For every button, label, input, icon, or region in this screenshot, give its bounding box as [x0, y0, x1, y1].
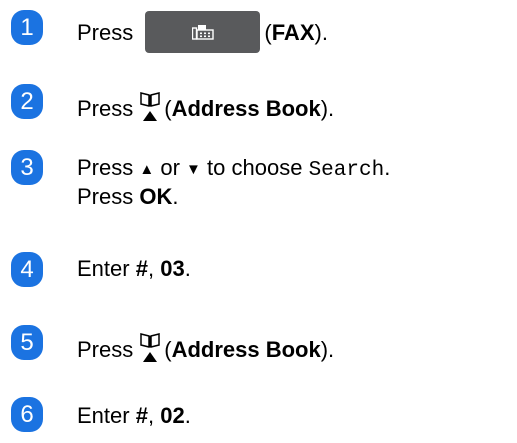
paren-open: ( — [164, 96, 172, 121]
fax-icon — [191, 25, 214, 40]
step-text-line-2: Press OK. — [77, 184, 179, 210]
press-text: Press — [77, 184, 134, 209]
paren-close: ). — [320, 96, 335, 121]
step-text: Press (Address Book). — [77, 90, 334, 122]
press-text: Press — [77, 19, 134, 45]
step-text: Press (Address Book). — [77, 331, 334, 363]
entry-value-2: 03 — [160, 256, 185, 281]
step-number-badge: 5 — [11, 325, 43, 360]
button-name: FAX — [271, 19, 315, 45]
step-text: Enter #, 02. — [77, 403, 191, 429]
period: . — [384, 155, 391, 180]
ok-key: OK — [139, 184, 173, 209]
press-text: Press — [77, 155, 134, 180]
step-number-badge: 1 — [11, 10, 43, 45]
press-text: Press — [77, 337, 134, 362]
press-text: Press — [77, 96, 134, 121]
menu-option: Search — [308, 159, 385, 182]
period: . — [184, 403, 191, 428]
paren-open: ( — [264, 19, 272, 45]
period: . — [172, 184, 179, 209]
address-book-icon — [140, 333, 160, 362]
down-arrow-icon: ▼ — [186, 161, 201, 178]
step-number-badge: 3 — [11, 150, 43, 185]
separator: , — [147, 256, 155, 281]
paren-close: ). — [320, 337, 335, 362]
address-book-icon — [140, 92, 160, 121]
paren-close: ). — [314, 19, 328, 45]
entry-value-1: # — [135, 403, 148, 428]
enter-text: Enter — [77, 403, 130, 428]
to-choose-text: to choose — [207, 155, 303, 180]
period: . — [184, 256, 191, 281]
step-number-badge: 6 — [11, 397, 43, 432]
or-text: or — [160, 155, 180, 180]
button-name: Address Book — [171, 96, 321, 121]
button-name: Address Book — [171, 337, 321, 362]
separator: , — [147, 403, 155, 428]
step-number-badge: 2 — [11, 84, 43, 119]
fax-button[interactable] — [145, 11, 261, 53]
entry-value-1: # — [135, 256, 148, 281]
step-text: Enter #, 03. — [77, 256, 191, 282]
step-text: Press (FAX). — [77, 11, 328, 55]
enter-text: Enter — [77, 256, 130, 281]
up-arrow-icon: ▲ — [139, 161, 155, 178]
entry-value-2: 02 — [160, 403, 185, 428]
paren-open: ( — [164, 337, 172, 362]
step-number-badge: 4 — [11, 252, 43, 287]
step-text: Press ▲ or ▼ to choose Search. — [77, 155, 390, 184]
